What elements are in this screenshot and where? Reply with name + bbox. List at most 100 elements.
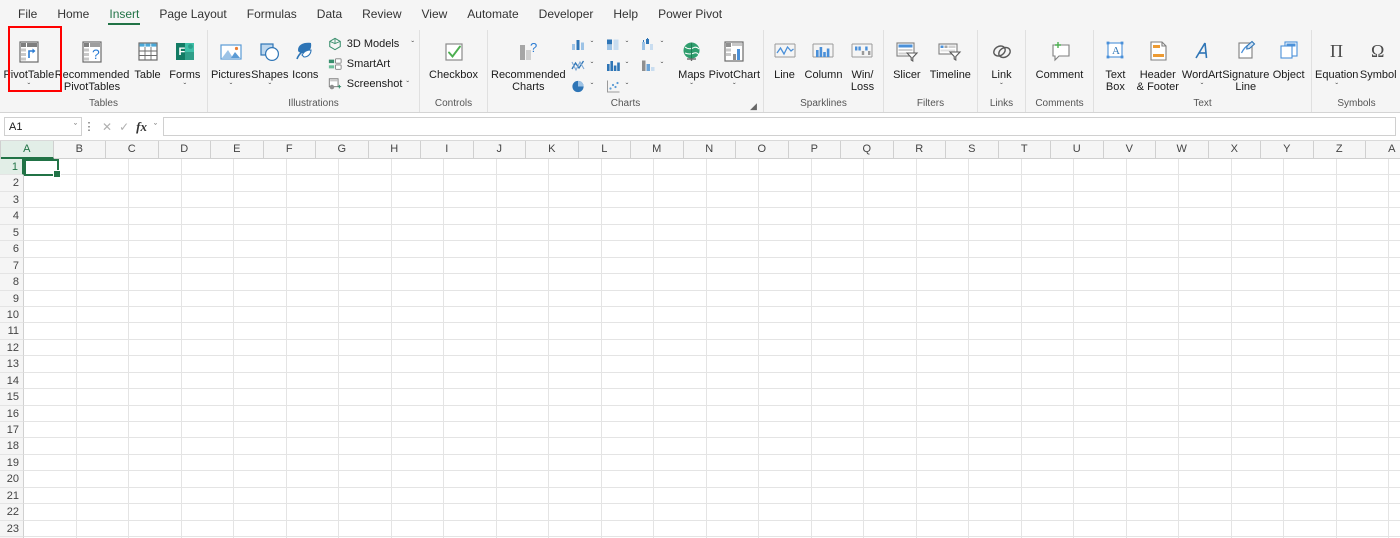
checkbox-button[interactable]: Checkbox [424, 33, 484, 82]
cell-S17[interactable] [969, 422, 1022, 439]
column-header-W[interactable]: W [1156, 141, 1209, 159]
cell-X13[interactable] [1231, 356, 1284, 373]
cell-R2[interactable] [916, 175, 969, 192]
header-footer-button[interactable]: Header & Footer [1134, 33, 1182, 93]
cell-O2[interactable] [759, 175, 812, 192]
cancel-icon[interactable]: ✕ [102, 120, 112, 134]
cell-Z6[interactable] [1336, 241, 1389, 258]
cell-C22[interactable] [129, 504, 182, 521]
cell-D21[interactable] [181, 487, 234, 505]
cell-L17[interactable] [601, 422, 654, 439]
pictures-button[interactable]: Pictures ˇ [211, 33, 251, 91]
cell-L13[interactable] [601, 356, 654, 373]
cell-Q9[interactable] [864, 290, 917, 307]
cell-P20[interactable] [811, 471, 864, 488]
sparkline-line-button[interactable]: Line [767, 33, 802, 82]
cell-E5[interactable] [234, 224, 287, 242]
cell-N22[interactable] [706, 504, 759, 521]
cell-S8[interactable] [969, 274, 1022, 291]
cell-E11[interactable] [234, 323, 287, 340]
cell-H10[interactable] [391, 306, 444, 324]
cell-M12[interactable] [654, 339, 707, 357]
cell-T3[interactable] [1021, 191, 1074, 209]
cell-S21[interactable] [969, 487, 1022, 505]
cell-W13[interactable] [1179, 356, 1232, 373]
cell-G13[interactable] [339, 356, 392, 373]
column-chart-button[interactable]: ˇ [568, 36, 603, 53]
cell-U22[interactable] [1074, 504, 1127, 521]
ribbon-tab-page-layout[interactable]: Page Layout [149, 3, 236, 27]
cell-A22[interactable] [1389, 504, 1400, 521]
cell-A14[interactable] [1389, 372, 1400, 390]
cell-I8[interactable] [444, 274, 497, 291]
row-header-2[interactable]: 2 [0, 175, 24, 192]
cell-Z14[interactable] [1336, 372, 1389, 390]
cell-I20[interactable] [444, 471, 497, 488]
cell-M18[interactable] [654, 438, 707, 455]
cell-K9[interactable] [549, 290, 602, 307]
cell-Z12[interactable] [1336, 339, 1389, 357]
cell-D18[interactable] [181, 438, 234, 455]
cell-B18[interactable] [76, 438, 129, 455]
cell-I9[interactable] [444, 290, 497, 307]
cell-N19[interactable] [706, 454, 759, 472]
cell-O14[interactable] [759, 372, 812, 390]
cell-V4[interactable] [1126, 208, 1179, 225]
cell-G9[interactable] [339, 290, 392, 307]
cell-O4[interactable] [759, 208, 812, 225]
cell-U17[interactable] [1074, 422, 1127, 439]
cell-M20[interactable] [654, 471, 707, 488]
cell-Y19[interactable] [1284, 454, 1337, 472]
cell-O20[interactable] [759, 471, 812, 488]
cell-B15[interactable] [76, 389, 129, 406]
forms-button[interactable]: F Forms ˇ [166, 33, 204, 91]
cell-K12[interactable] [549, 339, 602, 357]
row-header-15[interactable]: 15 [0, 389, 24, 406]
cell-F10[interactable] [286, 306, 339, 324]
cell-N23[interactable] [706, 520, 759, 538]
cell-C16[interactable] [129, 405, 182, 422]
cell-Y10[interactable] [1284, 306, 1337, 324]
bar-chart-caret-icon[interactable]: ˇ [626, 61, 629, 70]
cell-V22[interactable] [1126, 504, 1179, 521]
cell-A12[interactable] [1389, 339, 1400, 357]
cell-Z9[interactable] [1336, 290, 1389, 307]
cell-J21[interactable] [496, 487, 549, 505]
cell-X1[interactable] [1231, 159, 1284, 176]
cell-Q10[interactable] [864, 306, 917, 324]
cell-B20[interactable] [76, 471, 129, 488]
cell-K20[interactable] [549, 471, 602, 488]
cell-S18[interactable] [969, 438, 1022, 455]
cell-K23[interactable] [549, 520, 602, 538]
cell-A14[interactable] [24, 372, 77, 390]
cell-S12[interactable] [969, 339, 1022, 357]
cell-E6[interactable] [234, 241, 287, 258]
cell-B10[interactable] [76, 306, 129, 324]
cell-O18[interactable] [759, 438, 812, 455]
cell-R18[interactable] [916, 438, 969, 455]
cell-I12[interactable] [444, 339, 497, 357]
cell-C17[interactable] [129, 422, 182, 439]
row-header-19[interactable]: 19 [0, 454, 24, 472]
cell-V20[interactable] [1126, 471, 1179, 488]
cell-B12[interactable] [76, 339, 129, 357]
column-header-V[interactable]: V [1103, 141, 1156, 159]
scatter-chart-caret-icon[interactable]: ˇ [626, 82, 629, 91]
row-header-17[interactable]: 17 [0, 422, 24, 439]
ribbon-tab-automate[interactable]: Automate [457, 3, 528, 27]
cell-S19[interactable] [969, 454, 1022, 472]
cell-A23[interactable] [24, 520, 77, 538]
cell-A17[interactable] [1389, 422, 1400, 439]
cell-H5[interactable] [391, 224, 444, 242]
cell-H19[interactable] [391, 454, 444, 472]
cell-Y17[interactable] [1284, 422, 1337, 439]
column-header-D[interactable]: D [158, 141, 211, 159]
cell-N7[interactable] [706, 257, 759, 275]
cell-A22[interactable] [24, 504, 77, 521]
cell-Q14[interactable] [864, 372, 917, 390]
link-caret-icon[interactable]: ˇ [1000, 82, 1003, 91]
cell-Y12[interactable] [1284, 339, 1337, 357]
cell-F5[interactable] [286, 224, 339, 242]
cell-L19[interactable] [601, 454, 654, 472]
cell-I21[interactable] [444, 487, 497, 505]
